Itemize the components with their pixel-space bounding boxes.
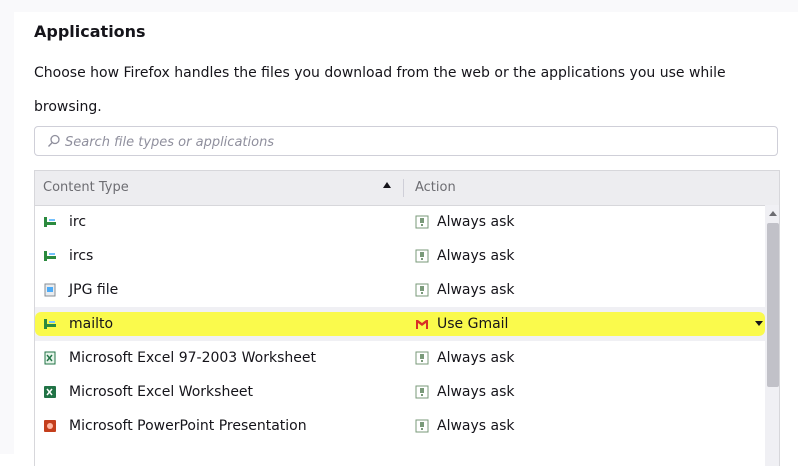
table-header: Content Type Action: [35, 171, 779, 206]
action-label: Always ask: [437, 214, 515, 230]
column-header-action[interactable]: Action: [415, 180, 456, 195]
table-body: irc Always ask ircs Always ask JPG file …: [35, 205, 765, 443]
excel-icon: [44, 386, 56, 398]
action-label: Always ask: [437, 282, 515, 298]
scroll-up-arrow-icon[interactable]: [769, 211, 777, 216]
action-label: Always ask: [437, 384, 515, 400]
search-input[interactable]: [63, 127, 767, 157]
applications-panel: Applications Choose how Firefox handles …: [14, 12, 798, 466]
powerpoint-icon: [44, 420, 56, 432]
table-row[interactable]: JPG file Always ask: [35, 273, 765, 307]
ask-icon: [415, 351, 429, 365]
section-title: Applications: [34, 22, 146, 41]
action-label: Use Gmail: [437, 316, 509, 332]
applications-table: Content Type Action irc Always ask ircs …: [34, 170, 780, 466]
ask-icon: [415, 283, 429, 297]
ask-icon: [415, 419, 429, 433]
action-label: Always ask: [437, 418, 515, 434]
content-type-label: irc: [69, 214, 87, 230]
action-label: Always ask: [437, 248, 515, 264]
section-description: Choose how Firefox handles the files you…: [34, 65, 726, 115]
table-row[interactable]: Microsoft Excel 97-2003 Worksheet Always…: [35, 341, 765, 375]
content-type-label: Microsoft Excel Worksheet: [69, 384, 254, 400]
table-row[interactable]: ircs Always ask: [35, 239, 765, 273]
protocol-icon: [44, 217, 56, 227]
vertical-scrollbar[interactable]: [765, 205, 779, 466]
content-type-label: ircs: [69, 248, 94, 264]
search-icon: [48, 134, 60, 147]
table-row-selected[interactable]: mailto Use Gmail: [35, 307, 765, 341]
ask-icon: [415, 215, 429, 229]
content-type-label: JPG file: [69, 282, 119, 298]
ask-icon: [415, 385, 429, 399]
column-header-content-type[interactable]: Content Type: [43, 180, 129, 195]
table-row[interactable]: Microsoft Excel Worksheet Always ask: [35, 375, 765, 409]
gmail-icon: [416, 320, 428, 329]
table-row[interactable]: Microsoft PowerPoint Presentation Always…: [35, 409, 765, 443]
ask-icon: [415, 249, 429, 263]
table-row[interactable]: irc Always ask: [35, 205, 765, 239]
content-type-label: Microsoft Excel 97-2003 Worksheet: [69, 350, 316, 366]
chevron-down-icon[interactable]: [755, 321, 763, 326]
yellow-highlight-mark: [35, 312, 765, 336]
column-separator[interactable]: [403, 179, 404, 197]
image-file-icon: [44, 283, 56, 297]
content-type-label: mailto: [69, 316, 114, 332]
scrollbar-thumb[interactable]: [767, 223, 779, 387]
action-label: Always ask: [437, 350, 515, 366]
search-box[interactable]: [34, 126, 778, 157]
sort-ascending-icon[interactable]: [383, 182, 391, 188]
protocol-icon: [44, 319, 56, 329]
content-type-label: Microsoft PowerPoint Presentation: [69, 418, 307, 434]
protocol-icon: [44, 251, 56, 261]
excel-legacy-icon: [44, 351, 56, 365]
